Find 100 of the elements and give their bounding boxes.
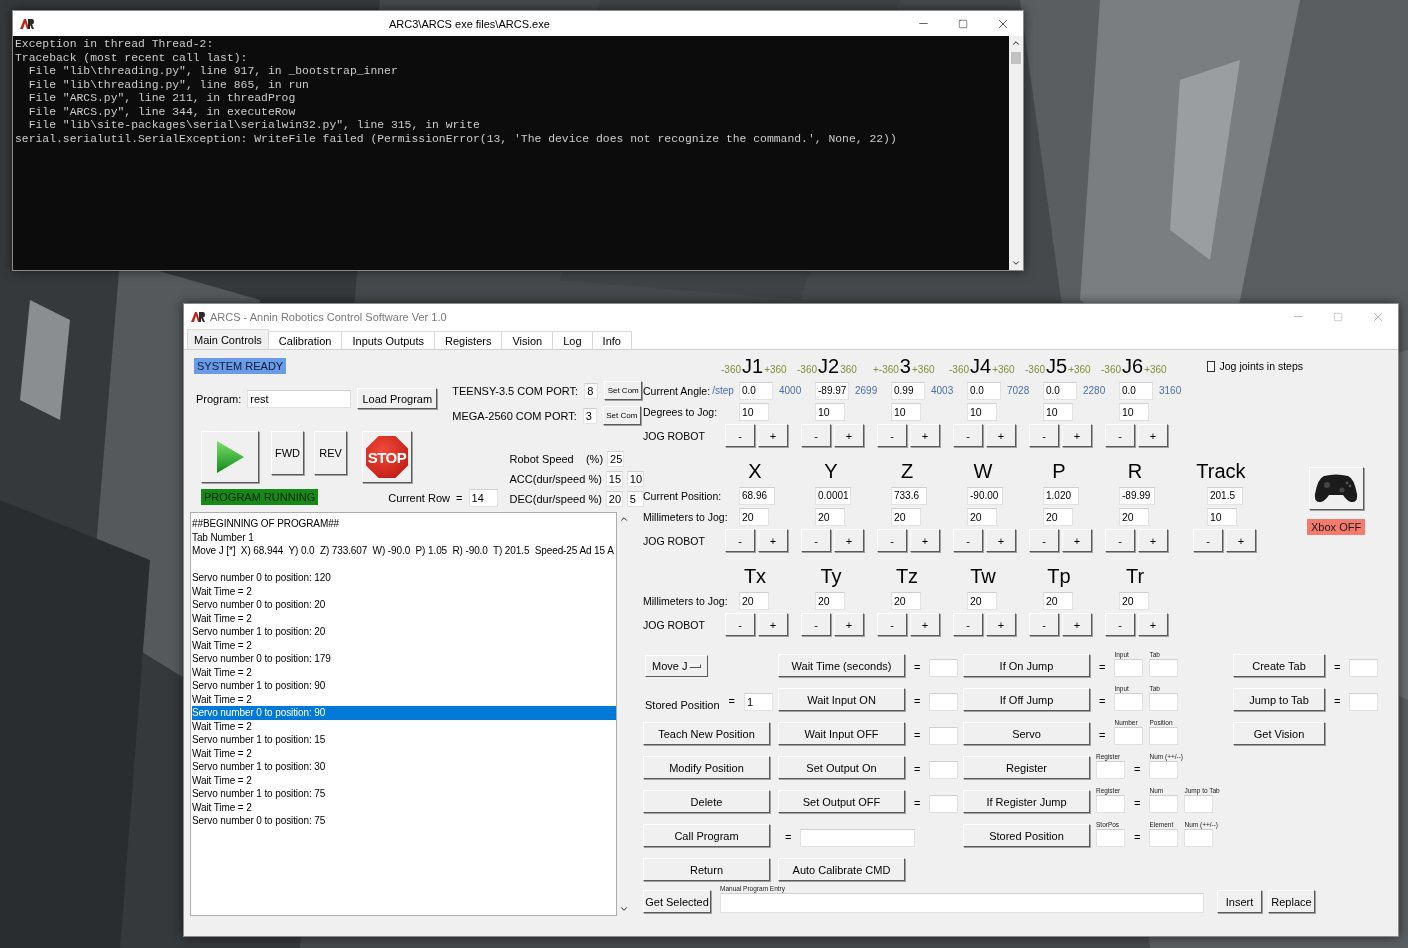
position-field[interactable]: 733.6 — [891, 486, 927, 505]
com-port-field[interactable]: 8 — [584, 382, 599, 399]
jog-plus-button[interactable]: + — [834, 529, 864, 552]
jog-distance-field[interactable]: 20 — [1119, 507, 1149, 526]
jog-plus-button[interactable]: + — [1138, 613, 1168, 636]
command-button[interactable]: Stored Position — [963, 824, 1090, 847]
program-line[interactable]: Servo number 0 to position: 179 — [192, 652, 616, 666]
jog-distance-field[interactable]: 20 — [967, 591, 997, 610]
jog-degrees-field[interactable]: 10 — [967, 402, 997, 421]
xbox-button[interactable] — [1308, 467, 1364, 510]
forward-button[interactable]: FWD — [271, 431, 304, 475]
position-field[interactable]: 68.96 — [739, 486, 775, 505]
angle-field[interactable]: 0.0 — [967, 381, 1001, 400]
command-button[interactable]: Wait Input OFF — [778, 722, 905, 745]
command-button[interactable]: Jump to Tab — [1233, 688, 1325, 711]
command-button[interactable]: If Off Jump — [963, 688, 1090, 711]
jog-plus-button[interactable]: + — [910, 424, 940, 447]
jog-distance-field[interactable]: 20 — [1043, 591, 1073, 610]
tab[interactable]: Log — [552, 331, 593, 349]
run-button[interactable] — [201, 431, 259, 483]
command-button[interactable]: Teach New Position — [643, 722, 770, 745]
command-button[interactable]: Call Program — [643, 824, 770, 847]
jog-plus-button[interactable]: + — [1062, 613, 1092, 636]
input-field[interactable] — [1149, 727, 1179, 745]
jog-plus-button[interactable]: + — [758, 613, 788, 636]
program-line[interactable]: Servo number 1 to position: 20 — [192, 625, 616, 639]
move-type-dropdown[interactable]: Move J — [645, 655, 708, 677]
program-line[interactable]: Wait Time = 2 — [192, 665, 616, 679]
jog-plus-button[interactable]: + — [986, 613, 1016, 636]
jog-plus-button[interactable]: + — [986, 529, 1016, 552]
input-field[interactable] — [1096, 829, 1125, 847]
jog-minus-button[interactable]: - — [801, 613, 831, 636]
input-field[interactable] — [1149, 659, 1179, 677]
input-field[interactable] — [1114, 693, 1144, 711]
jog-minus-button[interactable]: - — [953, 424, 983, 447]
jog-minus-button[interactable]: - — [877, 613, 907, 636]
command-button[interactable]: Delete — [643, 790, 770, 813]
jog-minus-button[interactable]: - — [801, 529, 831, 552]
jog-distance-field[interactable]: 10 — [1207, 507, 1237, 526]
input-field[interactable] — [929, 693, 959, 711]
jog-plus-button[interactable]: + — [1062, 529, 1092, 552]
jog-minus-button[interactable]: - — [1029, 529, 1059, 552]
jog-degrees-field[interactable]: 10 — [739, 402, 769, 421]
speed-field[interactable]: 5 — [626, 491, 644, 507]
speed-field[interactable]: 25 — [607, 451, 625, 467]
scrollbar-thumb[interactable] — [1011, 52, 1021, 64]
tab[interactable]: Registers — [434, 331, 503, 349]
jog-distance-field[interactable]: 20 — [739, 591, 769, 610]
command-button[interactable]: Auto Calibrate CMD — [778, 858, 905, 881]
program-line[interactable]: Wait Time = 2 — [192, 800, 616, 814]
jog-degrees-field[interactable]: 10 — [1119, 402, 1149, 421]
input-field[interactable] — [1149, 761, 1179, 779]
program-line[interactable]: Wait Time = 2 — [192, 638, 616, 652]
jog-plus-button[interactable]: + — [758, 529, 788, 552]
program-line[interactable]: Wait Time = 2 — [192, 746, 616, 760]
current-row-field[interactable]: 14 — [468, 489, 498, 507]
angle-field[interactable]: 0.99 — [891, 381, 925, 400]
jog-minus-button[interactable]: - — [1105, 424, 1135, 447]
jog-minus-button[interactable]: - — [877, 529, 907, 552]
angle-field[interactable]: 0.0 — [1043, 381, 1077, 400]
jog-minus-button[interactable]: - — [1105, 613, 1135, 636]
input-field[interactable] — [1114, 659, 1144, 677]
input-field[interactable] — [1184, 829, 1214, 847]
program-line[interactable]: Move J [*] X) 68.944 Y) 0.0 Z) 733.607 W) -90.0 P) 1.05 R) -90.0 T) 201.5 Speed-25 Ad 15 A — [192, 544, 616, 558]
tab[interactable]: Inputs Outputs — [341, 331, 435, 349]
speed-field[interactable]: 20 — [605, 491, 623, 507]
jog-plus-button[interactable]: + — [910, 529, 940, 552]
input-field[interactable] — [1349, 693, 1379, 711]
jog-plus-button[interactable]: + — [758, 424, 788, 447]
jog-minus-button[interactable]: - — [725, 613, 755, 636]
jog-distance-field[interactable]: 20 — [815, 507, 845, 526]
program-line[interactable]: Tab Number 1 — [192, 530, 616, 544]
jog-distance-field[interactable]: 20 — [1119, 591, 1149, 610]
jog-plus-button[interactable]: + — [1226, 529, 1256, 552]
input-field[interactable] — [1114, 727, 1144, 745]
scrollbar[interactable] — [1009, 36, 1023, 270]
command-button[interactable]: Servo — [963, 722, 1090, 745]
program-line[interactable]: Servo number 0 to position: 120 — [192, 571, 616, 585]
input-field[interactable] — [1096, 795, 1125, 813]
command-button[interactable]: Wait Time (seconds) — [778, 654, 905, 677]
speed-field[interactable]: 10 — [626, 471, 644, 487]
position-field[interactable]: -89.99 — [1119, 486, 1155, 505]
replace-button[interactable]: Replace — [1268, 890, 1315, 913]
input-field[interactable] — [800, 829, 916, 847]
insert-button[interactable]: Insert — [1217, 890, 1262, 913]
command-button[interactable]: If On Jump — [963, 654, 1090, 677]
checkbox[interactable] — [1207, 360, 1215, 372]
program-line[interactable]: Wait Time = 2 — [192, 773, 616, 787]
jog-plus-button[interactable]: + — [834, 424, 864, 447]
jog-minus-button[interactable]: - — [1193, 529, 1223, 552]
command-button[interactable]: Set Output On — [778, 756, 905, 779]
jog-distance-field[interactable]: 20 — [815, 591, 845, 610]
input-field[interactable] — [1149, 829, 1179, 847]
command-button[interactable]: If Register Jump — [963, 790, 1090, 813]
jog-distance-field[interactable]: 20 — [891, 507, 921, 526]
jog-distance-field[interactable]: 20 — [891, 591, 921, 610]
command-button[interactable]: Return — [643, 858, 770, 881]
jog-minus-button[interactable]: - — [725, 529, 755, 552]
program-line[interactable]: Servo number 1 to position: 75 — [192, 787, 616, 801]
angle-field[interactable]: 0.0 — [1119, 381, 1153, 400]
